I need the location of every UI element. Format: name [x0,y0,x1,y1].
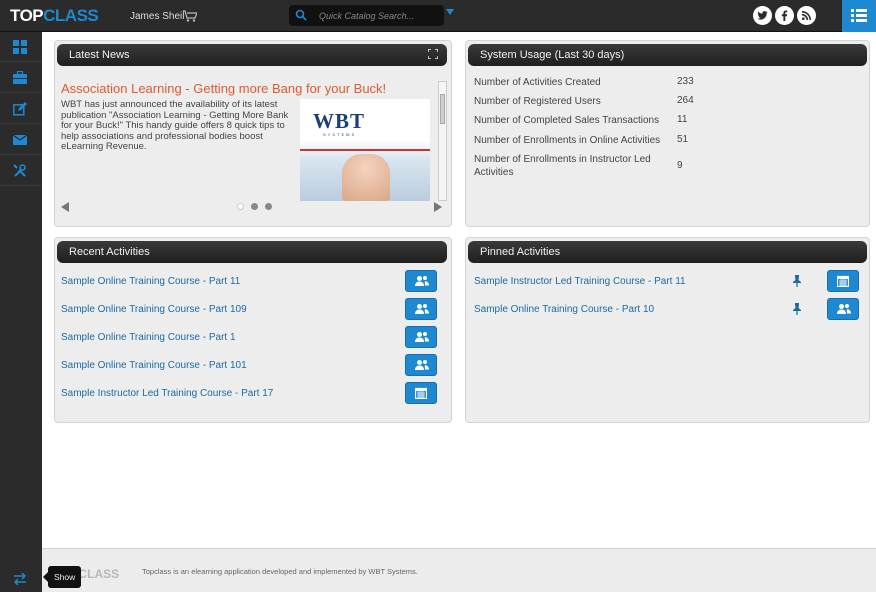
recent-activities-header: Recent Activities [57,241,447,263]
pin-icon[interactable] [792,275,802,287]
facebook-icon[interactable] [775,6,794,25]
image-hand [342,154,390,201]
sidebar-item-tools[interactable] [0,156,42,186]
stat-label: Number of Completed Sales Transactions [474,115,660,126]
users-icon [415,304,429,314]
activity-link[interactable]: Sample Online Training Course - Part 1 [61,332,236,343]
dashboard-icon [13,40,27,54]
recent-activities-panel: Recent Activities Sample Online Training… [54,237,452,423]
users-icon [415,332,429,342]
carousel-dot-2[interactable] [251,203,258,210]
latest-news-heading: Latest News [69,49,130,61]
activity-link[interactable]: Sample Online Training Course - Part 11 [61,276,240,287]
search-icon[interactable] [295,9,307,21]
enrollments-button[interactable] [405,354,437,376]
users-icon [415,276,429,286]
carousel-next-icon[interactable] [434,202,442,212]
logo-part-class: CLASS [43,6,99,25]
stat-value: 9 [677,160,683,171]
system-usage-heading: System Usage (Last 30 days) [480,49,625,61]
stat-label: Number of Activities Created [474,77,601,88]
user-name[interactable]: James Sheil [130,11,184,22]
sidebar [0,32,42,592]
sidebar-item-messages[interactable] [0,125,42,155]
search-box [289,5,444,26]
pin-icon[interactable] [792,303,802,315]
expand-icon[interactable] [428,49,438,59]
show-tooltip: Show [42,566,82,588]
list-menu-icon [851,9,867,22]
briefcase-icon [13,71,27,84]
enrollments-button[interactable] [405,270,437,292]
scrollbar-thumb[interactable] [440,94,445,124]
stat-value: 11 [677,114,688,125]
latest-news-panel: Latest News Association Learning - Getti… [54,40,452,227]
enrollments-button[interactable] [827,298,859,320]
wbt-logo-subtext: SYSTEMS [323,132,357,137]
pinned-activities-panel: Pinned Activities Sample Instructor Led … [465,237,870,423]
sidebar-item-dashboard[interactable] [0,32,42,62]
cart-icon[interactable] [183,10,197,22]
activity-link[interactable]: Sample Online Training Course - Part 109 [61,304,247,315]
pinned-activity-link[interactable]: Sample Online Training Course - Part 10 [474,304,654,315]
sessions-button[interactable] [405,382,437,404]
latest-news-header: Latest News [57,44,447,66]
news-scrollbar[interactable] [438,81,447,201]
stat-value: 51 [677,134,689,145]
main-content: Latest News Association Learning - Getti… [42,32,876,548]
sidebar-toggle-button[interactable] [0,568,42,592]
carousel-dot-3[interactable] [265,203,272,210]
swap-arrows-icon [13,573,27,585]
footer: TOPCLASS Topclass is an elearning applic… [42,548,876,592]
stat-label: Number of Enrollments in Instructor Led … [474,154,651,178]
tools-icon [13,164,26,177]
carousel-dot-1[interactable] [237,203,244,210]
pinned-activities-heading: Pinned Activities [480,246,561,258]
recent-activities-heading: Recent Activities [69,246,150,258]
calendar-icon [837,275,849,287]
pinned-activity-link[interactable]: Sample Instructor Led Training Course - … [474,276,686,287]
sidebar-item-catalog[interactable] [0,63,42,93]
enrollments-button[interactable] [405,326,437,348]
search-dropdown-caret-icon[interactable] [446,9,454,15]
system-usage-header: System Usage (Last 30 days) [468,44,867,66]
activity-link[interactable]: Sample Instructor Led Training Course - … [61,388,273,399]
stat-value: 233 [677,76,694,87]
footer-text: Topclass is an elearning application dev… [142,567,418,576]
news-title[interactable]: Association Learning - Getting more Bang… [61,81,386,96]
topclass-logo[interactable]: TOPCLASS [10,6,99,26]
system-usage-panel: System Usage (Last 30 days) Number of Ac… [465,40,870,227]
search-input[interactable] [319,8,437,23]
calendar-icon [415,387,427,399]
carousel-prev-icon[interactable] [61,202,69,212]
sessions-button[interactable] [827,270,859,292]
users-icon [415,360,429,370]
stat-label: Number of Registered Users [474,96,601,107]
edit-icon [13,102,27,116]
main-menu-button[interactable] [842,0,876,32]
twitter-icon[interactable] [753,6,772,25]
sidebar-item-authoring[interactable] [0,94,42,124]
stat-label: Number of Enrollments in Online Activiti… [474,135,661,146]
stat-value: 264 [677,95,694,106]
users-icon [837,304,851,314]
rss-icon[interactable] [797,6,816,25]
top-bar: TOPCLASS James Sheil [0,0,876,32]
news-body: WBT has just announced the availability … [61,99,289,152]
image-divider [300,149,430,151]
envelope-icon [13,134,27,145]
pinned-activities-header: Pinned Activities [468,241,867,263]
news-image[interactable]: WBT SYSTEMS [300,99,430,201]
wbt-logo-text: WBT [313,109,366,133]
enrollments-button[interactable] [405,298,437,320]
logo-part-top: TOP [10,6,44,25]
activity-link[interactable]: Sample Online Training Course - Part 101 [61,360,247,371]
